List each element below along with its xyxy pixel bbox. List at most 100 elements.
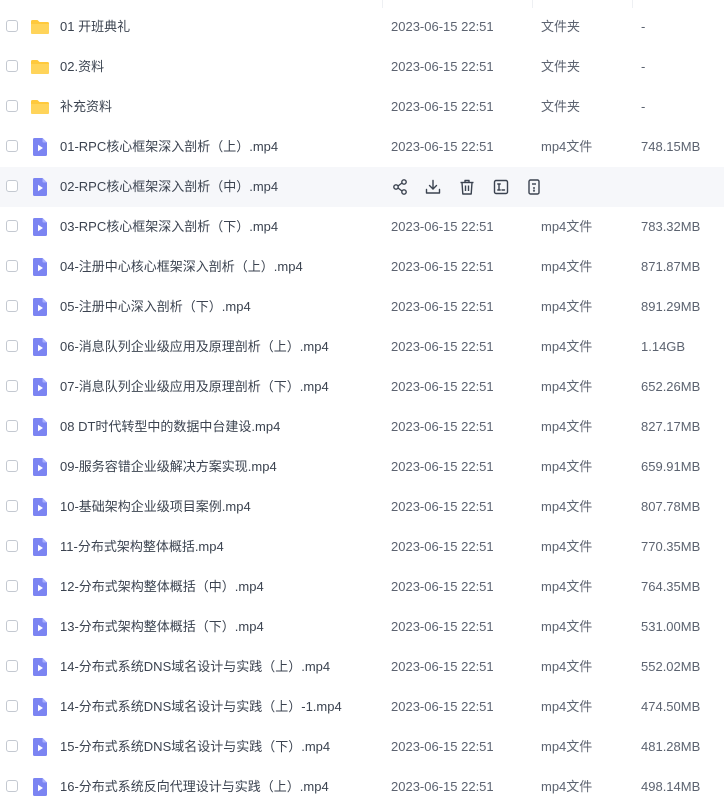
file-name[interactable]: 08 DT时代转型中的数据中台建设.mp4 [60,407,280,447]
file-size: 481.28MB [641,739,701,754]
file-row[interactable]: 08 DT时代转型中的数据中台建设.mp4 2023-06-15 22:51 mp4… [0,407,724,447]
row-checkbox[interactable] [6,620,18,632]
video-file-icon [30,337,50,357]
file-name[interactable]: 16-分布式系统反向代理设计与实践（上）.mp4 [60,767,329,807]
row-checkbox[interactable] [6,20,18,32]
file-type: mp4文件 [541,619,593,634]
row-checkbox[interactable] [6,300,18,312]
file-name[interactable]: 07-消息队列企业级应用及原理剖析（下）.mp4 [60,367,329,407]
file-modified-date: 2023-06-15 22:51 [391,99,494,114]
row-checkbox[interactable] [6,780,18,792]
file-name[interactable]: 补充资料 [60,87,112,127]
file-row[interactable]: 06-消息队列企业级应用及原理剖析（上）.mp4 2023-06-15 22:51… [0,327,724,367]
rename-icon[interactable] [491,177,511,197]
file-modified-date: 2023-06-15 22:51 [391,139,494,154]
file-row[interactable]: 12-分布式架构整体概括（中）.mp4 2023-06-15 22:51 mp4文件… [0,567,724,607]
file-type: mp4文件 [541,499,593,514]
row-checkbox[interactable] [6,740,18,752]
file-name[interactable]: 09-服务容错企业级解决方案实现.mp4 [60,447,277,487]
delete-icon[interactable] [457,177,477,197]
file-name[interactable]: 15-分布式系统DNS域名设计与实践（下）.mp4 [60,727,330,767]
file-name[interactable]: 06-消息队列企业级应用及原理剖析（上）.mp4 [60,327,329,367]
file-modified-date: 2023-06-15 22:51 [391,219,494,234]
file-type: mp4文件 [541,659,593,674]
file-row[interactable]: 01 开班典礼 2023-06-15 22:51 文件夹 - [0,7,724,47]
share-icon[interactable] [390,177,410,197]
file-name[interactable]: 04-注册中心核心框架深入剖析（上）.mp4 [60,247,303,287]
file-row[interactable]: 09-服务容错企业级解决方案实现.mp4 2023-06-15 22:51 mp4文… [0,447,724,487]
video-file-icon [30,617,50,637]
row-checkbox[interactable] [6,700,18,712]
row-checkbox[interactable] [6,500,18,512]
file-row[interactable]: 02-RPC核心框架深入剖析（中）.mp4 [0,167,724,207]
video-file-icon [30,217,50,237]
more-icon[interactable] [524,177,544,197]
row-checkbox[interactable] [6,380,18,392]
file-size: 1.14GB [641,339,686,354]
file-modified-date: 2023-06-15 22:51 [391,459,494,474]
folder-icon [30,57,50,77]
file-name[interactable]: 14-分布式系统DNS域名设计与实践（上）-1.mp4 [60,687,342,727]
row-checkbox[interactable] [6,220,18,232]
file-name[interactable]: 02.资料 [60,47,104,87]
file-row[interactable]: 16-分布式系统反向代理设计与实践（上）.mp4 2023-06-15 22:51… [0,767,724,807]
file-name[interactable]: 01-RPC核心框架深入剖析（上）.mp4 [60,127,278,167]
row-checkbox[interactable] [6,340,18,352]
row-checkbox[interactable] [6,140,18,152]
video-file-icon [30,417,50,437]
row-checkbox[interactable] [6,260,18,272]
file-row[interactable]: 07-消息队列企业级应用及原理剖析（下）.mp4 2023-06-15 22:51… [0,367,724,407]
row-checkbox[interactable] [6,420,18,432]
file-row[interactable]: 11-分布式架构整体概括.mp4 2023-06-15 22:51 mp4文件 770… [0,527,724,567]
file-type: mp4文件 [541,699,593,714]
file-row[interactable]: 03-RPC核心框架深入剖析（下）.mp4 2023-06-15 22:51 mp4… [0,207,724,247]
row-checkbox[interactable] [6,660,18,672]
video-file-icon [30,177,50,197]
row-checkbox[interactable] [6,100,18,112]
file-modified-date: 2023-06-15 22:51 [391,579,494,594]
file-size: 498.14MB [641,779,701,794]
file-row[interactable]: 04-注册中心核心框架深入剖析（上）.mp4 2023-06-15 22:51 mp… [0,247,724,287]
file-size: 770.35MB [641,539,701,554]
file-name[interactable]: 13-分布式架构整体概括（下）.mp4 [60,607,264,647]
file-row[interactable]: 02.资料 2023-06-15 22:51 文件夹 - [0,47,724,87]
file-row[interactable]: 15-分布式系统DNS域名设计与实践（下）.mp4 2023-06-15 22:5… [0,727,724,767]
file-type: mp4文件 [541,539,593,554]
file-row[interactable]: 14-分布式系统DNS域名设计与实践（上）-1.mp4 2023-06-15 22… [0,687,724,727]
folder-icon [30,17,50,37]
file-name[interactable]: 14-分布式系统DNS域名设计与实践（上）.mp4 [60,647,330,687]
file-row[interactable]: 补充资料 2023-06-15 22:51 文件夹 - [0,87,724,127]
file-size: - [641,99,646,114]
row-checkbox[interactable] [6,460,18,472]
file-name[interactable]: 03-RPC核心框架深入剖析（下）.mp4 [60,207,278,247]
file-name[interactable]: 01 开班典礼 [60,7,130,47]
file-row[interactable]: 05-注册中心深入剖析（下）.mp4 2023-06-15 22:51 mp4文件 8… [0,287,724,327]
file-modified-date: 2023-06-15 22:51 [391,59,494,74]
file-type: mp4文件 [541,219,593,234]
file-size: 659.91MB [641,459,701,474]
row-checkbox[interactable] [6,60,18,72]
file-type: mp4文件 [541,779,593,794]
file-name[interactable]: 11-分布式架构整体概括.mp4 [60,527,224,567]
video-file-icon [30,577,50,597]
row-checkbox[interactable] [6,180,18,192]
file-name[interactable]: 02-RPC核心框架深入剖析（中）.mp4 [60,167,278,207]
file-type: mp4文件 [541,379,593,394]
download-icon[interactable] [423,177,443,197]
file-modified-date: 2023-06-15 22:51 [391,19,494,34]
video-file-icon [30,257,50,277]
file-size: - [641,59,646,74]
file-name[interactable]: 05-注册中心深入剖析（下）.mp4 [60,287,251,327]
file-modified-date: 2023-06-15 22:51 [391,339,494,354]
file-row[interactable]: 10-基础架构企业级项目案例.mp4 2023-06-15 22:51 mp4文件 8… [0,487,724,527]
file-row[interactable]: 14-分布式系统DNS域名设计与实践（上）.mp4 2023-06-15 22:5… [0,647,724,687]
file-row[interactable]: 13-分布式架构整体概括（下）.mp4 2023-06-15 22:51 mp4文件… [0,607,724,647]
file-size: 891.29MB [641,299,701,314]
row-checkbox[interactable] [6,540,18,552]
file-size: 748.15MB [641,139,701,154]
file-name[interactable]: 12-分布式架构整体概括（中）.mp4 [60,567,264,607]
file-row[interactable]: 01-RPC核心框架深入剖析（上）.mp4 2023-06-15 22:51 mp4… [0,127,724,167]
row-checkbox[interactable] [6,580,18,592]
file-name[interactable]: 10-基础架构企业级项目案例.mp4 [60,487,251,527]
file-modified-date: 2023-06-15 22:51 [391,739,494,754]
